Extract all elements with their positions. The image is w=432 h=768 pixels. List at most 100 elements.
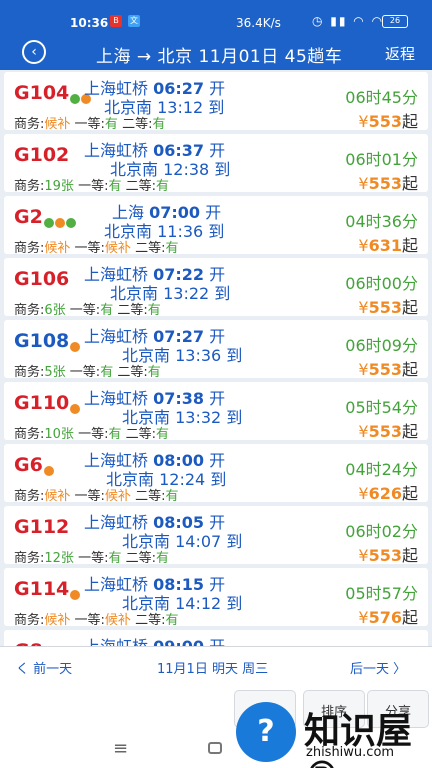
train-code-text: G6 xyxy=(14,454,43,476)
seat-status: 有 xyxy=(100,365,114,380)
ticket-price: ¥553起 xyxy=(358,108,418,132)
seat-status: 二等: xyxy=(130,489,166,504)
train-code-text: G114 xyxy=(14,578,70,600)
seat-status: 一等: xyxy=(65,365,101,380)
seat-availability: 商务:12张 一等:有 二等:有 xyxy=(14,547,169,566)
ticket-price: ¥553起 xyxy=(358,170,418,194)
seat-status: 候补 xyxy=(104,489,131,504)
price-suffix: 起 xyxy=(401,422,418,441)
train-code-text: G2 xyxy=(14,206,43,228)
seat-status: 商务: xyxy=(14,489,45,504)
price-value: 576 xyxy=(368,608,402,627)
price-value: 631 xyxy=(368,236,402,255)
seat-status: 19张 xyxy=(44,179,74,194)
currency-symbol: ¥ xyxy=(358,236,369,255)
price-suffix: 起 xyxy=(401,174,418,193)
seat-status: 商务: xyxy=(14,179,45,194)
train-code-text: G108 xyxy=(14,330,70,352)
currency-symbol: ¥ xyxy=(358,608,369,627)
train-card[interactable]: G104 上海虹桥 06:27 开北京南 13:12 到 06时45分 商务:候补 一… xyxy=(4,72,428,132)
train-card[interactable]: G106 上海虹桥 07:22 开北京南 13:22 到 06时00分 商务:6张 一… xyxy=(4,258,428,318)
current-date[interactable]: 11月1日 明天 周三 xyxy=(157,658,268,677)
currency-symbol: ¥ xyxy=(358,484,369,503)
train-code-text: G106 xyxy=(14,268,70,290)
departure-station: 上海虹桥 xyxy=(84,637,148,646)
seat-status: 有 xyxy=(152,117,166,132)
seat-status: 有 xyxy=(147,365,161,380)
arrival-suffix: 到 xyxy=(214,284,231,303)
train-feature-icon xyxy=(54,218,65,228)
price-suffix: 起 xyxy=(401,608,418,627)
train-card[interactable]: G6 上海虹桥 08:00 开北京南 12:24 到 04时24分 商务:候补 一等:… xyxy=(4,444,428,504)
price-value: 553 xyxy=(368,422,402,441)
seat-status: 一等: xyxy=(73,427,109,442)
seat-status: 候补 xyxy=(104,241,131,256)
seat-status: 有 xyxy=(165,613,179,628)
seat-status: 有 xyxy=(108,179,122,194)
train-card[interactable]: G114 上海虹桥 08:15 开北京南 14:12 到 05时57分 商务:候补 一… xyxy=(4,568,428,628)
train-code-text: G104 xyxy=(14,82,70,104)
price-suffix: 起 xyxy=(401,546,418,565)
seat-status: 商务: xyxy=(14,241,45,256)
arrival-suffix: 到 xyxy=(210,470,227,489)
next-day-button[interactable]: 后一天 〉 xyxy=(350,658,406,677)
train-card[interactable]: G110 上海虹桥 07:38 开北京南 13:32 到 05时54分 商务:10张 … xyxy=(4,382,428,442)
ticket-price: ¥553起 xyxy=(358,356,418,380)
price-suffix: 起 xyxy=(401,360,418,379)
train-feature-icon xyxy=(65,218,76,228)
arrival-time: 13:22 xyxy=(163,284,210,303)
home-icon[interactable] xyxy=(208,742,222,754)
train-card[interactable]: G2 上海 07:00 开北京南 11:36 到 04时36分 商务:候补 一等:候补… xyxy=(4,196,428,256)
train-feature-icon xyxy=(70,342,81,352)
trip-duration: 04时24分 xyxy=(345,460,418,479)
train-card[interactable]: G112 上海虹桥 08:05 开北京南 14:07 到 06时02分 商务:12张 … xyxy=(4,506,428,566)
seat-availability: 商务:候补 一等:候补 二等:有 xyxy=(14,609,178,628)
back-button[interactable]: ‹ xyxy=(22,40,46,64)
trip-duration: 06时01分 xyxy=(345,150,418,169)
seat-status: 商务: xyxy=(14,551,45,566)
arrival-time: 14:07 xyxy=(175,532,222,551)
seat-status: 6张 xyxy=(44,303,66,318)
ticket-price: ¥553起 xyxy=(358,418,418,442)
train-card[interactable]: G8上海虹桥 09:00 开04时37分 xyxy=(4,630,428,646)
seat-status: 一等: xyxy=(73,551,109,566)
arrival-suffix: 到 xyxy=(226,594,243,613)
price-suffix: 起 xyxy=(401,298,418,317)
currency-symbol: ¥ xyxy=(358,546,369,565)
page-title: 上海 → 北京 11月01日 45趟车 xyxy=(96,47,343,67)
return-trip-button[interactable]: 返程 xyxy=(385,43,415,64)
price-value: 553 xyxy=(368,174,402,193)
seat-status: 二等: xyxy=(113,365,148,380)
date-navigation: く 前一天 11月1日 明天 周三 后一天 〉 xyxy=(0,646,432,686)
train-list[interactable]: G104 上海虹桥 06:27 开北京南 13:12 到 06时45分 商务:候补 一… xyxy=(0,70,432,646)
seat-status: 有 xyxy=(165,489,179,504)
seat-status: 二等: xyxy=(130,241,166,256)
prev-day-button[interactable]: く 前一天 xyxy=(16,658,72,677)
seat-status: 候补 xyxy=(44,489,71,504)
trip-duration: 05时57分 xyxy=(345,584,418,603)
seat-status: 二等: xyxy=(121,551,156,566)
currency-symbol: ¥ xyxy=(358,112,369,131)
menu-icon[interactable]: ≡ xyxy=(113,738,128,759)
arrival-time: 12:38 xyxy=(163,160,210,179)
train-code: G102 xyxy=(14,144,69,166)
trip-duration: 06时02分 xyxy=(345,522,418,541)
arrival-suffix: 到 xyxy=(226,346,243,365)
ticket-price: ¥553起 xyxy=(358,542,418,566)
train-code-text: G110 xyxy=(14,392,70,414)
seat-status: 有 xyxy=(155,179,169,194)
departure-info: 上海虹桥 09:00 开 xyxy=(84,633,225,646)
departure-time: 09:00 xyxy=(153,637,204,646)
seat-status: 5张 xyxy=(44,365,66,380)
trip-duration: 06时09分 xyxy=(345,336,418,355)
train-card[interactable]: G108 上海虹桥 07:27 开北京南 13:36 到 06时09分 商务:5张 一… xyxy=(4,320,428,380)
seat-status: 有 xyxy=(155,551,169,566)
seat-availability: 商务:10张 一等:有 二等:有 xyxy=(14,423,169,442)
seat-availability: 商务:19张 一等:有 二等:有 xyxy=(14,175,169,194)
train-code: G104 xyxy=(14,82,92,104)
seat-availability: 商务:候补 一等:候补 二等:有 xyxy=(14,237,178,256)
departure-suffix: 开 xyxy=(209,637,225,646)
train-card[interactable]: G102 上海虹桥 06:37 开北京南 12:38 到 06时01分 商务:19张 … xyxy=(4,134,428,194)
train-code: G114 xyxy=(14,578,81,600)
seat-status: 有 xyxy=(165,241,179,256)
